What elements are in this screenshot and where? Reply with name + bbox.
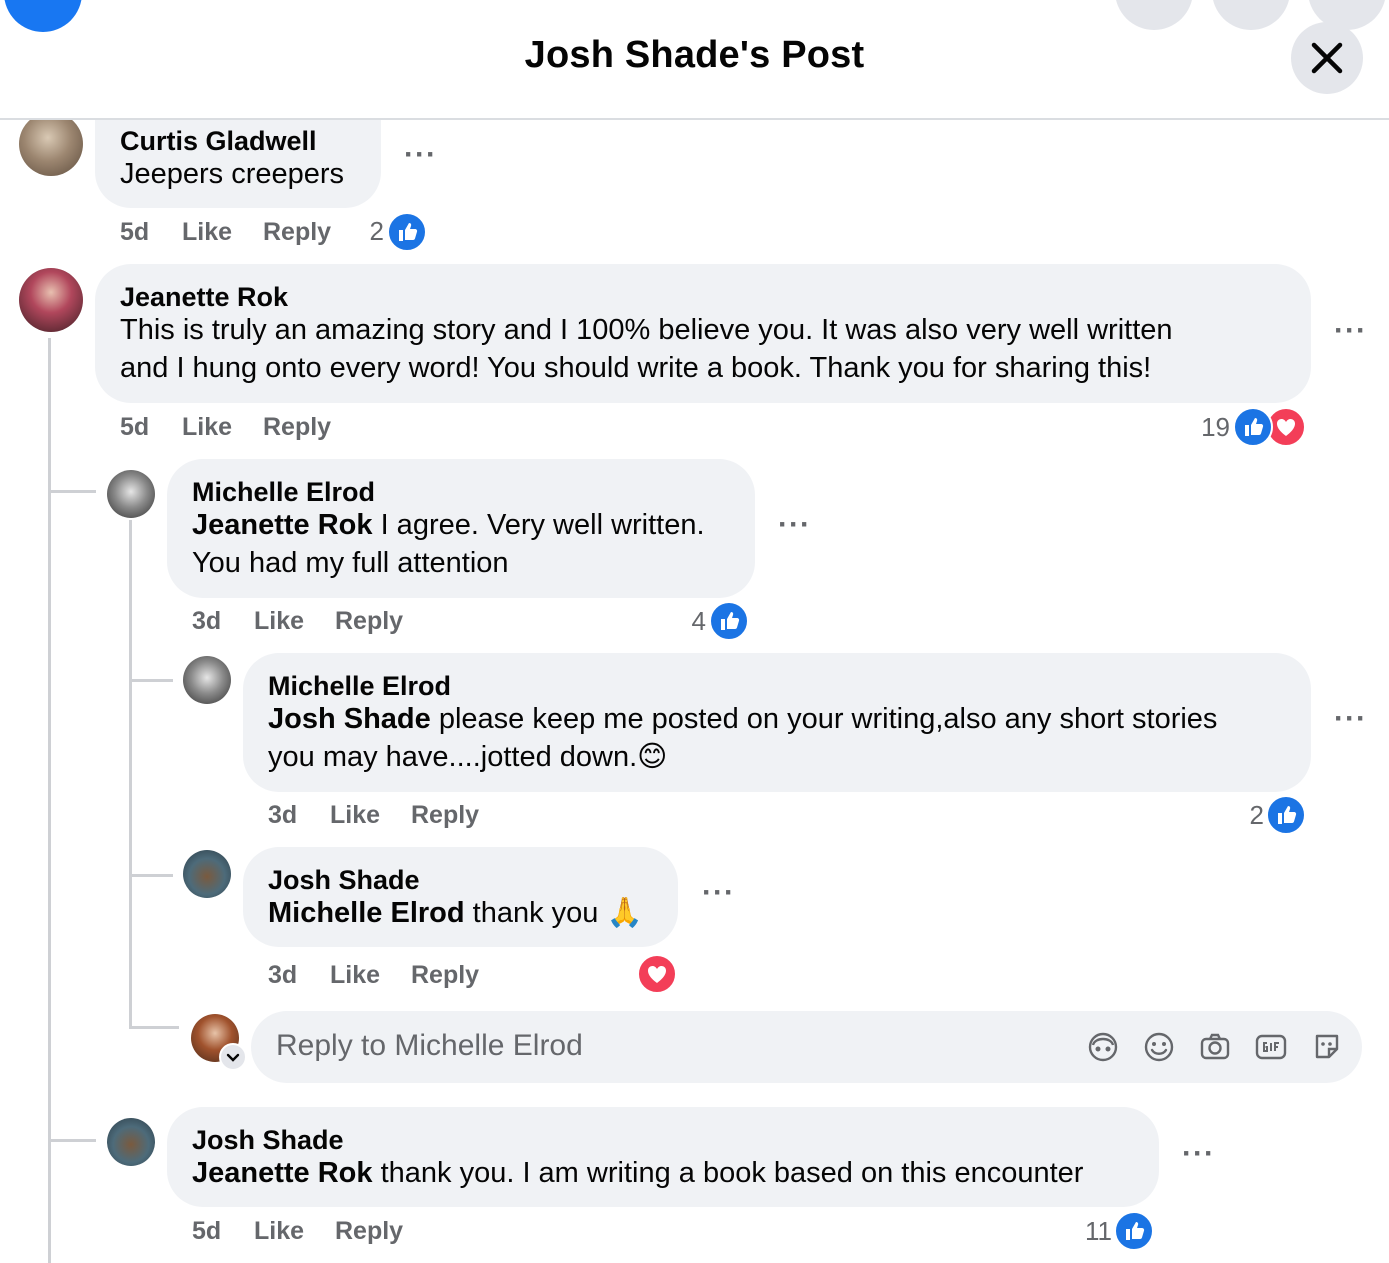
reaction-count[interactable]: 11 (1070, 1216, 1112, 1247)
more-options-button[interactable]: ··· (702, 876, 735, 910)
comment-bubble: Josh Shade Michelle Elrod thank you 🙏 (243, 847, 678, 947)
comment-author[interactable]: Jeanette Rok (120, 282, 288, 313)
comment-time[interactable]: 3d (268, 961, 297, 990)
comment-time[interactable]: 3d (268, 801, 297, 830)
comment-text-line: and I hung onto every word! You should w… (120, 352, 1152, 384)
comment-text-line: You had my full attention (192, 547, 509, 579)
chevron-down-icon[interactable] (219, 1043, 247, 1071)
comment-bubble: Jeanette Rok This is truly an amazing st… (95, 264, 1311, 403)
close-icon (1311, 42, 1343, 74)
avatar-sticker-icon[interactable] (1085, 1029, 1121, 1065)
messenger-icon[interactable] (1212, 0, 1290, 30)
mention-link[interactable]: Jeanette Rok (192, 1157, 373, 1189)
comment-text-line: thank you (464, 897, 599, 929)
comment-text-line: thank you. I am writing a book based on … (372, 1157, 1084, 1189)
avatar[interactable] (183, 850, 231, 898)
reply-input[interactable]: Reply to Michelle Elrod (251, 1011, 1362, 1083)
menu-icon[interactable] (1115, 0, 1193, 30)
reaction-count[interactable]: 2 (1230, 800, 1264, 831)
thread-connector (129, 679, 173, 682)
facebook-logo[interactable] (4, 0, 82, 32)
thread-line (129, 520, 132, 1028)
like-button[interactable]: Like (330, 801, 380, 830)
comment-author[interactable]: Josh Shade (268, 865, 420, 896)
comment-time[interactable]: 5d (120, 218, 149, 247)
like-button[interactable]: Like (182, 218, 232, 247)
avatar[interactable] (183, 656, 231, 704)
thread-connector (129, 1026, 179, 1029)
reply-button[interactable]: Reply (263, 218, 331, 247)
like-button[interactable]: Like (254, 1217, 304, 1246)
comment-time[interactable]: 5d (192, 1217, 221, 1246)
like-button[interactable]: Like (254, 607, 304, 636)
comment-text-line: This is truly an amazing story and I 100… (120, 314, 1173, 346)
more-options-button[interactable]: ··· (1334, 314, 1367, 348)
avatar[interactable] (19, 112, 83, 176)
like-reaction-icon (1114, 1211, 1154, 1251)
mention-link[interactable]: Michelle Elrod (268, 897, 465, 929)
reply-button[interactable]: Reply (411, 961, 479, 990)
comment-author[interactable]: Michelle Elrod (192, 477, 375, 508)
like-button[interactable]: Like (330, 961, 380, 990)
comment-time[interactable]: 5d (120, 413, 149, 442)
like-reaction-icon (1233, 407, 1273, 447)
comment-author[interactable]: Curtis Gladwell (120, 126, 317, 157)
comment-text: Jeepers creepers (120, 158, 345, 190)
smile-emoji-icon: 😊 (637, 741, 668, 773)
thread-connector (48, 1139, 96, 1142)
more-options-button[interactable]: ··· (1334, 702, 1367, 736)
camera-icon[interactable] (1197, 1029, 1233, 1065)
page-title: Josh Shade's Post (524, 34, 865, 76)
more-options-button[interactable]: ··· (404, 138, 437, 172)
avatar[interactable] (107, 470, 155, 518)
like-button[interactable]: Like (182, 413, 232, 442)
reply-button[interactable]: Reply (263, 413, 331, 442)
comment-bubble: Josh Shade Jeanette Rok thank you. I am … (167, 1107, 1159, 1207)
mention-link[interactable]: Josh Shade (268, 703, 431, 735)
comment-text-line: please keep me posted on your writing,al… (430, 703, 1218, 735)
thread-connector (48, 490, 96, 493)
reaction-count[interactable]: 2 (350, 216, 384, 247)
reaction-count[interactable]: 4 (670, 606, 706, 637)
like-reaction-icon (1266, 795, 1306, 835)
thread-line (48, 338, 51, 1263)
gif-icon[interactable] (1253, 1029, 1289, 1065)
comment-bubble: Curtis Gladwell Jeepers creepers (95, 108, 381, 208)
avatar[interactable] (19, 268, 83, 332)
close-button[interactable] (1291, 22, 1363, 94)
comment-bubble: Michelle Elrod Josh Shade please keep me… (243, 653, 1311, 792)
comment-author[interactable]: Josh Shade (192, 1125, 344, 1156)
praying-hands-emoji-icon: 🙏 (606, 897, 643, 929)
reply-input-placeholder: Reply to Michelle Elrod (276, 1029, 583, 1062)
like-reaction-icon (709, 601, 749, 641)
reply-button[interactable]: Reply (335, 1217, 403, 1246)
love-reaction-icon[interactable] (637, 954, 677, 994)
avatar[interactable] (107, 1118, 155, 1166)
sticker-icon[interactable] (1309, 1029, 1345, 1065)
more-options-button[interactable]: ··· (1182, 1137, 1215, 1171)
comment-author[interactable]: Michelle Elrod (268, 671, 451, 702)
comment-text-line: you may have....jotted down. (268, 741, 638, 773)
comment-bubble: Michelle Elrod Jeanette Rok I agree. Ver… (167, 459, 755, 598)
comment-time[interactable]: 3d (192, 607, 221, 636)
like-reaction-icon (387, 212, 427, 252)
reply-button[interactable]: Reply (335, 607, 403, 636)
thread-connector (129, 874, 173, 877)
emoji-icon[interactable] (1141, 1029, 1177, 1065)
mention-link[interactable]: Jeanette Rok (192, 509, 373, 541)
comment-text-line: I agree. Very well written. (372, 509, 705, 541)
reaction-count[interactable]: 19 (1180, 412, 1230, 443)
more-options-button[interactable]: ··· (778, 508, 811, 542)
post-header: Josh Shade's Post (0, 0, 1389, 120)
reply-button[interactable]: Reply (411, 801, 479, 830)
